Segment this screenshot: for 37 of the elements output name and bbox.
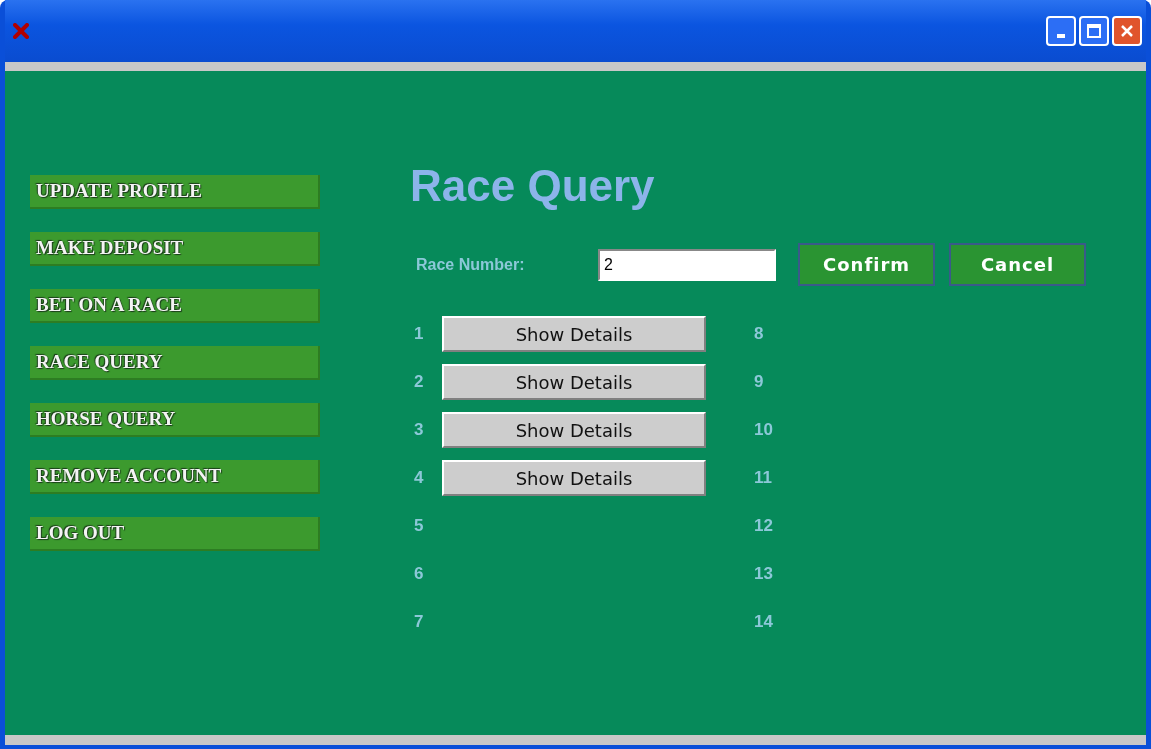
race-slot-number: 10: [754, 420, 774, 440]
show-details-button[interactable]: Show Details: [442, 364, 706, 400]
race-slot-number: 3: [414, 420, 425, 440]
race-slot-number: 6: [414, 564, 425, 584]
show-details-button[interactable]: Show Details: [442, 460, 706, 496]
menu-item[interactable]: BET ON A RACE: [30, 289, 320, 323]
menu-item[interactable]: RACE QUERY: [30, 346, 320, 380]
race-slot-number: 11: [754, 468, 773, 488]
maximize-icon: [1087, 24, 1101, 38]
race-number-field[interactable]: 2: [598, 248, 776, 281]
page-title: Race Query: [410, 161, 656, 212]
race-slot-number: 9: [754, 372, 765, 392]
race-slot-number: 12: [754, 516, 774, 536]
minimize-icon: [1057, 34, 1065, 38]
app-icon: [13, 23, 29, 39]
show-details-button[interactable]: Show Details: [442, 316, 706, 352]
race-slot-number: 7: [414, 612, 425, 632]
menu-item[interactable]: LOG OUT: [30, 517, 320, 551]
race-number-label: Race Number:: [416, 255, 526, 274]
race-slot-number: 13: [754, 564, 774, 584]
action-button[interactable]: Cancel: [949, 243, 1086, 286]
race-slot-number: 8: [754, 324, 765, 344]
close-icon: [1120, 24, 1134, 38]
race-slot-number: 1: [414, 324, 425, 344]
race-slot-number: 14: [754, 612, 774, 632]
maximize-button[interactable]: [1079, 16, 1109, 46]
minimize-button[interactable]: [1046, 16, 1076, 46]
race-slot-number: 2: [414, 372, 425, 392]
race-slot-number: 4: [414, 468, 425, 488]
show-details-button[interactable]: Show Details: [442, 412, 706, 448]
menu-item[interactable]: HORSE QUERY: [30, 403, 320, 437]
action-button[interactable]: Confirm: [798, 243, 935, 286]
close-button[interactable]: [1112, 16, 1142, 46]
race-slot-number: 5: [414, 516, 425, 536]
menu-item[interactable]: UPDATE PROFILE: [30, 175, 320, 209]
menu-item[interactable]: REMOVE ACCOUNT: [30, 460, 320, 494]
menu-item[interactable]: MAKE DEPOSIT: [30, 232, 320, 266]
